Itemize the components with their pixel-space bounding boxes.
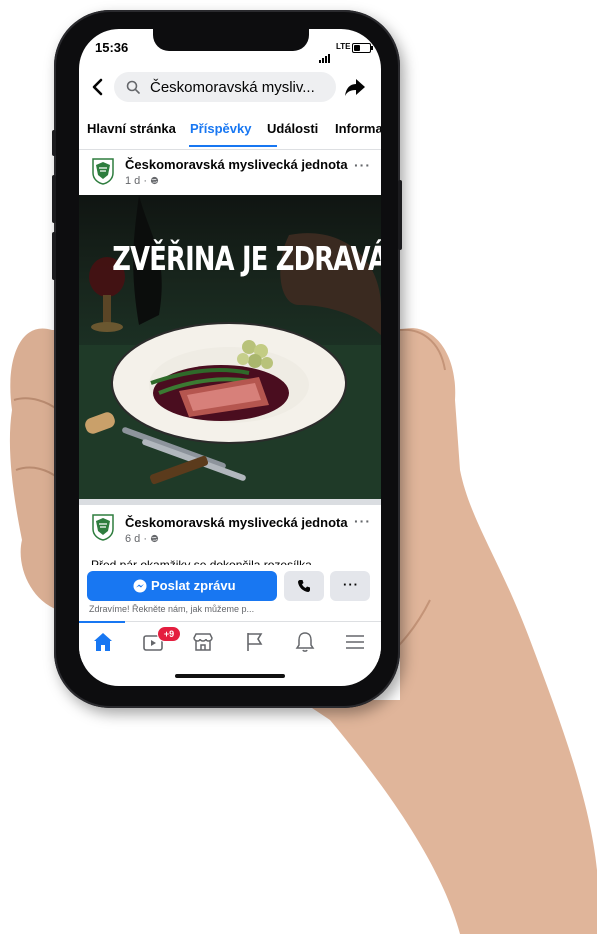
menu-icon[interactable] <box>343 630 367 654</box>
share-icon[interactable] <box>344 77 366 97</box>
search-input[interactable]: Českomoravská mysliv... <box>114 72 336 102</box>
bottom-navigation <box>79 621 381 662</box>
active-tab-indicator <box>189 145 277 147</box>
phone-screen: 15:36 LTE Českomoravská mysliv... Hlavní… <box>79 29 381 686</box>
bell-icon[interactable] <box>293 630 317 654</box>
marketplace-icon[interactable] <box>191 630 215 654</box>
more-actions-button[interactable]: ··· <box>330 571 370 601</box>
home-icon[interactable] <box>91 630 115 654</box>
post2-page-name[interactable]: Českomoravská myslivecká jednota <box>125 515 348 530</box>
page-avatar-2[interactable] <box>91 513 115 541</box>
call-button[interactable] <box>284 571 324 601</box>
tab-events[interactable]: Události <box>267 121 318 136</box>
post-image[interactable]: ZVĚŘINA JE ZDRAVÁ! <box>79 195 381 499</box>
post-meta: 1 d · <box>125 175 159 187</box>
post2-time: 6 d · <box>125 533 151 545</box>
side-button <box>52 130 56 156</box>
globe-icon <box>150 534 159 543</box>
network-label: LTE <box>336 42 351 51</box>
message-hint: Zdravíme! Řekněte nám, jak můžeme p... <box>89 604 255 614</box>
post-header: Českomoravská myslivecká jednota 1 d · ·… <box>79 149 381 195</box>
second-post-header: Českomoravská myslivecká jednota 6 d · ·… <box>79 505 381 565</box>
watch-badge: +9 <box>157 626 181 642</box>
more-icon-2[interactable]: ··· <box>354 513 371 529</box>
tab-home[interactable]: Hlavní stránka <box>87 121 176 136</box>
post-page-name[interactable]: Českomoravská myslivecká jednota <box>125 157 348 172</box>
search-text: Českomoravská mysliv... <box>150 79 315 96</box>
volume-up-button <box>52 175 56 223</box>
status-time: 15:36 <box>95 40 129 55</box>
nav-active-indicator <box>79 621 125 623</box>
home-indicator <box>175 674 285 678</box>
tab-posts[interactable]: Příspěvky <box>190 121 251 136</box>
send-message-label: Poslat zprávu <box>151 578 236 593</box>
status-bar: 15:36 LTE <box>79 29 381 69</box>
volume-down-button <box>52 232 56 280</box>
page-avatar[interactable] <box>91 157 115 185</box>
pages-flag-icon[interactable] <box>243 630 267 654</box>
search-icon <box>126 80 140 94</box>
post-time: 1 d · <box>125 175 151 187</box>
tab-info[interactable]: Informa <box>335 121 381 136</box>
battery-icon <box>352 43 373 53</box>
messenger-icon <box>133 579 147 593</box>
image-headline: ZVĚŘINA JE ZDRAVÁ! <box>112 239 381 278</box>
more-actions-icon: ··· <box>343 577 359 592</box>
post2-meta: 6 d · <box>125 533 159 545</box>
phone-icon <box>298 580 310 592</box>
power-button <box>398 180 402 250</box>
more-icon[interactable]: ··· <box>354 157 371 173</box>
send-message-button[interactable]: Poslat zprávu <box>87 571 277 601</box>
signal-icon <box>319 45 331 63</box>
back-arrow-icon[interactable] <box>89 77 109 97</box>
globe-icon <box>150 176 159 185</box>
